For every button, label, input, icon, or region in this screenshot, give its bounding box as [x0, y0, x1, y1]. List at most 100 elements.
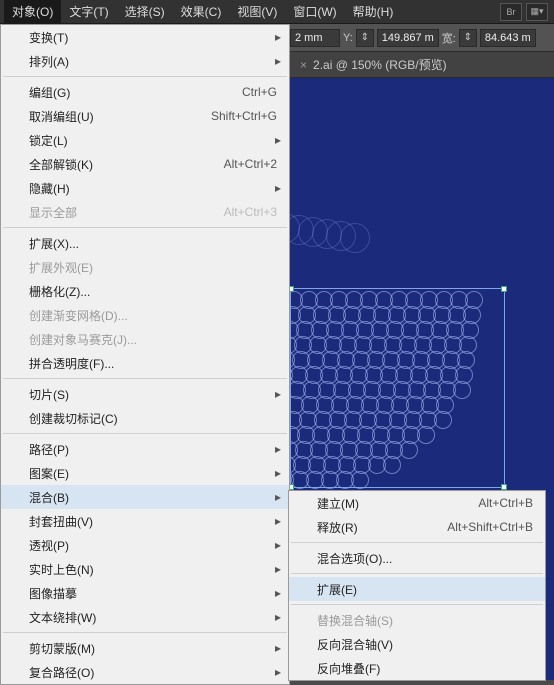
submenu-arrow-icon: ▸	[275, 387, 281, 401]
y-value[interactable]: 149.867 m	[377, 29, 439, 47]
menu-item-label: 反向混合轴(V)	[317, 636, 533, 653]
menu-item-label: 切片(S)	[29, 386, 277, 403]
menu-item-label: 创建对象马赛克(J)...	[29, 331, 277, 348]
menu-item-label: 替换混合轴(S)	[317, 612, 533, 629]
menu-item: 创建渐变网格(D)...	[1, 303, 289, 327]
tab-document[interactable]: × 2.ai @ 150% (RGB/预览)	[290, 52, 457, 77]
menu-item[interactable]: 封套扭曲(V)▸	[1, 509, 289, 533]
menu-item-label: 混合选项(O)...	[317, 550, 533, 567]
w-value[interactable]: 84.643 m	[480, 29, 536, 47]
close-icon[interactable]: ×	[300, 58, 307, 72]
selection-bbox[interactable]	[290, 288, 505, 488]
menu-item-label: 扩展(E)	[317, 581, 533, 598]
blend-submenu: 建立(M)Alt+Ctrl+B释放(R)Alt+Shift+Ctrl+B混合选项…	[288, 490, 546, 681]
menu-item[interactable]: 创建裁切标记(C)	[1, 406, 289, 430]
menu-item-label: 变换(T)	[29, 29, 277, 46]
menu-item[interactable]: 混合选项(O)...	[289, 546, 545, 570]
menu-item-label: 剪切蒙版(M)	[29, 640, 277, 657]
tab-title: 2.ai @ 150% (RGB/预览)	[313, 56, 447, 73]
menu-item-label: 编组(G)	[29, 84, 242, 101]
y-stepper[interactable]: ⇕	[356, 29, 374, 47]
submenu-arrow-icon: ▸	[275, 490, 281, 504]
menu-item-label: 显示全部	[29, 204, 224, 221]
shortcut: Alt+Ctrl+3	[224, 205, 277, 219]
menu-item-label: 透视(P)	[29, 537, 277, 554]
submenu-arrow-icon: ▸	[275, 442, 281, 456]
separator	[3, 632, 287, 633]
shortcut: Alt+Ctrl+2	[224, 157, 277, 171]
menu-help[interactable]: 帮助(H)	[345, 0, 402, 24]
menu-item[interactable]: 图案(E)▸	[1, 461, 289, 485]
menu-item-label: 扩展外观(E)	[29, 259, 277, 276]
menu-item-label: 锁定(L)	[29, 132, 277, 149]
menu-item[interactable]: 切片(S)▸	[1, 382, 289, 406]
menu-object[interactable]: 对象(O)	[4, 0, 61, 24]
menu-item[interactable]: 实时上色(N)▸	[1, 557, 289, 581]
handle-tr[interactable]	[501, 286, 507, 292]
separator	[3, 76, 287, 77]
menu-item[interactable]: 反向混合轴(V)	[289, 632, 545, 656]
menu-item[interactable]: 栅格化(Z)...	[1, 279, 289, 303]
menu-item[interactable]: 建立(M)Alt+Ctrl+B	[289, 491, 545, 515]
menu-item-label: 隐藏(H)	[29, 180, 277, 197]
menu-item-label: 扩展(X)...	[29, 235, 277, 252]
menu-item[interactable]: 取消编组(U)Shift+Ctrl+G	[1, 104, 289, 128]
menu-item-label: 全部解锁(K)	[29, 156, 224, 173]
y-label: Y:	[343, 32, 353, 44]
menu-select[interactable]: 选择(S)	[117, 0, 173, 24]
separator	[291, 604, 543, 605]
menu-item-label: 释放(R)	[317, 519, 447, 536]
handle-tl[interactable]	[290, 286, 294, 292]
submenu-arrow-icon: ▸	[275, 54, 281, 68]
menu-item[interactable]: 文本绕排(W)▸	[1, 605, 289, 629]
shortcut: Shift+Ctrl+G	[211, 109, 277, 123]
x-value[interactable]: 2 mm	[290, 29, 340, 47]
menu-item-label: 栅格化(Z)...	[29, 283, 277, 300]
menu-item[interactable]: 隐藏(H)▸	[1, 176, 289, 200]
menubar: 对象(O) 文字(T) 选择(S) 效果(C) 视图(V) 窗口(W) 帮助(H…	[0, 0, 554, 24]
menu-item-label: 创建裁切标记(C)	[29, 410, 277, 427]
arrange-docs-icon[interactable]: ▦▾	[526, 3, 548, 21]
menu-item[interactable]: 锁定(L)▸	[1, 128, 289, 152]
menu-item[interactable]: 路径(P)▸	[1, 437, 289, 461]
menu-item[interactable]: 反向堆叠(F)	[289, 656, 545, 680]
menu-item-label: 图像描摹	[29, 585, 277, 602]
menu-item[interactable]: 释放(R)Alt+Shift+Ctrl+B	[289, 515, 545, 539]
menu-item[interactable]: 拼合透明度(F)...	[1, 351, 289, 375]
menu-item[interactable]: 剪切蒙版(M)▸	[1, 636, 289, 660]
menu-item[interactable]: 图像描摹▸	[1, 581, 289, 605]
menu-item[interactable]: 排列(A)▸	[1, 49, 289, 73]
menu-item[interactable]: 扩展(X)...	[1, 231, 289, 255]
menu-item-label: 路径(P)	[29, 441, 277, 458]
menu-item: 创建对象马赛克(J)...	[1, 327, 289, 351]
submenu-arrow-icon: ▸	[275, 641, 281, 655]
menu-item[interactable]: 变换(T)▸	[1, 25, 289, 49]
menu-item[interactable]: 透视(P)▸	[1, 533, 289, 557]
menu-item[interactable]: 混合(B)▸	[1, 485, 289, 509]
menu-item-label: 建立(M)	[317, 495, 478, 512]
menu-item[interactable]: 全部解锁(K)Alt+Ctrl+2	[1, 152, 289, 176]
w-stepper[interactable]: ⇕	[459, 29, 477, 47]
menu-item-label: 反向堆叠(F)	[317, 660, 533, 677]
menu-window[interactable]: 窗口(W)	[285, 0, 344, 24]
menu-item-label: 复合路径(O)	[29, 664, 277, 681]
menu-item-label: 封套扭曲(V)	[29, 513, 277, 530]
submenu-arrow-icon: ▸	[275, 538, 281, 552]
menu-item: 显示全部Alt+Ctrl+3	[1, 200, 289, 224]
menu-effect[interactable]: 效果(C)	[173, 0, 230, 24]
menu-item[interactable]: 复合路径(O)▸	[1, 660, 289, 684]
separator	[3, 378, 287, 379]
menu-view[interactable]: 视图(V)	[229, 0, 285, 24]
menu-item-label: 取消编组(U)	[29, 108, 211, 125]
submenu-arrow-icon: ▸	[275, 586, 281, 600]
menu-item[interactable]: 编组(G)Ctrl+G	[1, 80, 289, 104]
menu-item-label: 拼合透明度(F)...	[29, 355, 277, 372]
separator	[3, 433, 287, 434]
menu-item[interactable]: 扩展(E)	[289, 577, 545, 601]
bridge-icon[interactable]: Br	[500, 3, 522, 21]
shortcut: Alt+Shift+Ctrl+B	[447, 520, 533, 534]
submenu-arrow-icon: ▸	[275, 133, 281, 147]
menu-item-label: 创建渐变网格(D)...	[29, 307, 277, 324]
submenu-arrow-icon: ▸	[275, 181, 281, 195]
menu-type[interactable]: 文字(T)	[61, 0, 116, 24]
